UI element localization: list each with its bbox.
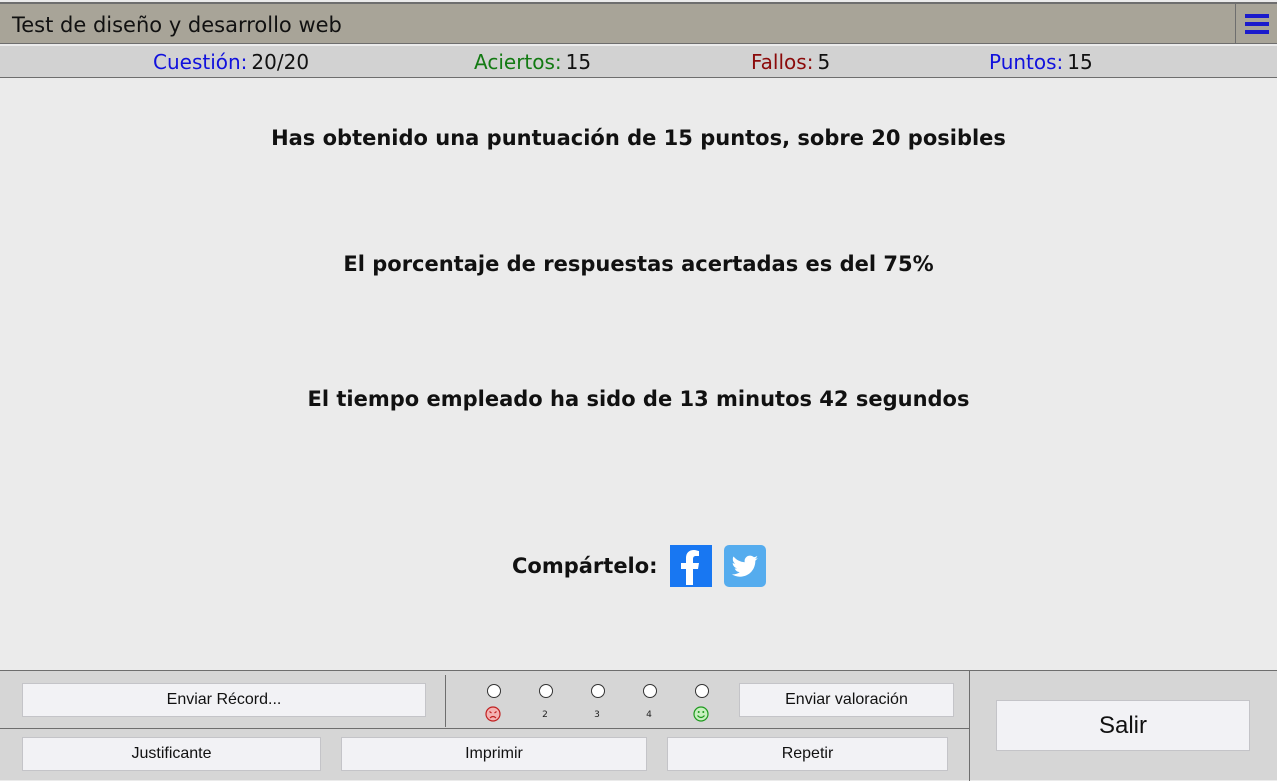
exit-button[interactable]: Salir bbox=[996, 700, 1250, 751]
footer-divider-right bbox=[969, 671, 970, 781]
question-label: Cuestión: bbox=[153, 50, 248, 74]
facebook-icon[interactable] bbox=[669, 545, 712, 587]
hits-label: Aciertos: bbox=[474, 50, 562, 74]
hits-value: 15 bbox=[565, 50, 592, 74]
repeat-button[interactable]: Repetir bbox=[667, 737, 948, 771]
fails-stat: Fallos: 5 bbox=[751, 50, 830, 74]
happy-face-icon bbox=[693, 706, 709, 722]
rating-divider bbox=[445, 675, 446, 727]
question-stat: Cuestión: 20/20 bbox=[153, 50, 309, 74]
points-label: Puntos: bbox=[989, 50, 1064, 74]
rating-radio-5[interactable] bbox=[695, 684, 709, 698]
status-bar: Cuestión: 20/20 Aciertos: 15 Fallos: 5 Punt… bbox=[0, 46, 1277, 78]
send-record-button[interactable]: Enviar Récord... bbox=[22, 683, 426, 717]
print-button[interactable]: Imprimir bbox=[341, 737, 647, 771]
rating-label-4: 4 bbox=[646, 710, 652, 720]
footer-panel: Enviar Récord... 2 3 4 Enviar valoración… bbox=[0, 670, 1277, 781]
hits-stat: Aciertos: 15 bbox=[474, 50, 591, 74]
rating-radio-3[interactable] bbox=[591, 684, 605, 698]
fails-label: Fallos: bbox=[751, 50, 814, 74]
time-result: El tiempo empleado ha sido de 13 minutos… bbox=[307, 387, 970, 411]
points-stat: Puntos: 15 bbox=[989, 50, 1093, 74]
share-section: Compártelo: bbox=[512, 545, 778, 587]
send-rating-button[interactable]: Enviar valoración bbox=[739, 683, 954, 717]
rating-radio-4[interactable] bbox=[643, 684, 657, 698]
rating-label-3: 3 bbox=[594, 710, 600, 720]
share-label: Compártelo: bbox=[512, 554, 658, 578]
percent-result: El porcentaje de respuestas acertadas es… bbox=[343, 252, 934, 276]
twitter-icon[interactable] bbox=[723, 545, 766, 587]
rating-radio-2[interactable] bbox=[539, 684, 553, 698]
score-result: Has obtenido una puntuación de 15 puntos… bbox=[271, 126, 1006, 150]
footer-divider-middle bbox=[0, 728, 969, 729]
certificate-button[interactable]: Justificante bbox=[22, 737, 321, 771]
title-bar: Test de diseño y desarrollo web bbox=[0, 2, 1277, 44]
points-value: 15 bbox=[1067, 50, 1093, 74]
hamburger-menu-icon[interactable] bbox=[1235, 4, 1277, 44]
rating-radio-1[interactable] bbox=[487, 684, 501, 698]
app-title: Test de diseño y desarrollo web bbox=[12, 13, 342, 37]
fails-value: 5 bbox=[817, 50, 831, 74]
question-value: 20/20 bbox=[251, 50, 310, 74]
sad-face-icon bbox=[485, 706, 501, 722]
rating-label-2: 2 bbox=[542, 710, 548, 720]
